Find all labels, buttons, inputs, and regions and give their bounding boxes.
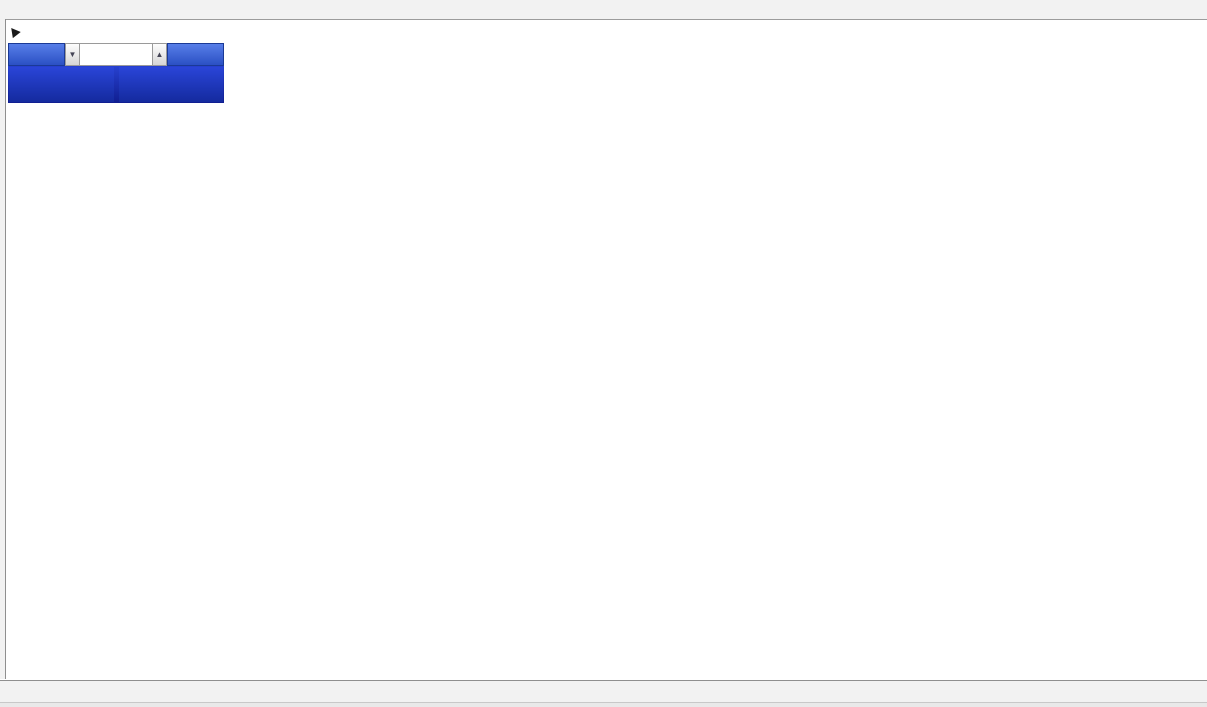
- window-left-edge: [0, 19, 6, 679]
- chart-tab-bar: [0, 680, 1207, 702]
- volume-increase-button[interactable]: ▲: [152, 43, 167, 66]
- chart-canvas[interactable]: [0, 19, 1207, 679]
- sell-button[interactable]: [8, 43, 65, 66]
- sell-price-display[interactable]: [9, 67, 114, 102]
- status-bar: [0, 702, 1207, 707]
- mt4-window: ▼ ▲: [0, 0, 1207, 707]
- one-click-trade-panel: ▼ ▲: [8, 43, 224, 103]
- timeframe-toolbar: [0, 0, 1207, 20]
- buy-price-display[interactable]: [118, 67, 223, 102]
- buy-button[interactable]: [167, 43, 224, 66]
- volume-decrease-button[interactable]: ▼: [65, 43, 80, 66]
- chart-title: [7, 24, 23, 39]
- volume-input[interactable]: [80, 43, 152, 66]
- trade-panel-toggle-icon[interactable]: [7, 24, 21, 39]
